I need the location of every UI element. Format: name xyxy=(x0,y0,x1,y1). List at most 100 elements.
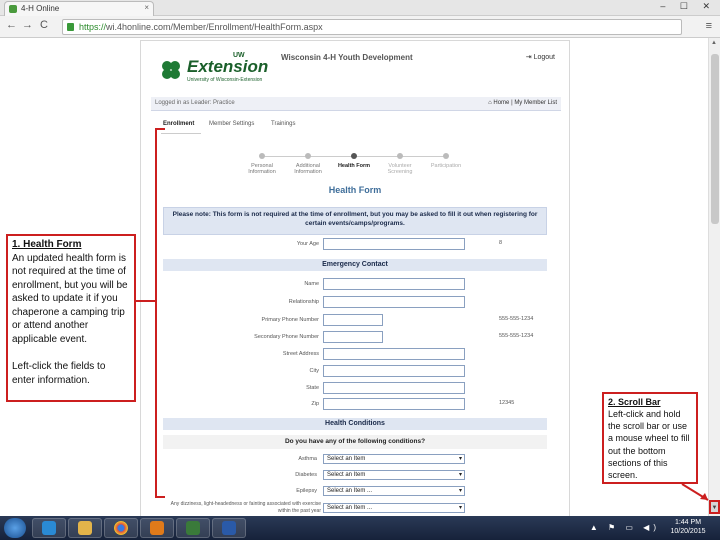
user-bar: Logged in as Leader: Practice ⌂ Home | M… xyxy=(151,97,561,111)
secondary-phone-field[interactable] xyxy=(323,331,383,343)
taskbar-explorer[interactable] xyxy=(68,518,102,538)
reload-button[interactable]: C xyxy=(40,19,48,31)
primary-phone-field[interactable] xyxy=(323,314,383,326)
scroll-callout-arrow xyxy=(681,483,709,501)
my-member-list-link[interactable]: My Member List xyxy=(514,100,557,106)
logo-subtitle: University of Wisconsin-Extension xyxy=(187,77,263,83)
tab-divider xyxy=(161,133,201,134)
name-label: Name xyxy=(304,281,319,287)
windows-taskbar: ▲ ⚑ ▭ ◀) 1:44 PM 10/20/2015 xyxy=(0,516,720,540)
step-label: Volunteer Screening xyxy=(387,163,413,175)
4h-favicon-icon xyxy=(9,5,17,13)
dizziness-question: Any dizziness, light-headedness or faint… xyxy=(170,501,321,514)
callout-1-body: An updated health form is not required a… xyxy=(12,252,128,345)
city-label: City xyxy=(309,368,319,374)
tab-enrollment[interactable]: Enrollment xyxy=(163,121,194,127)
state-field[interactable] xyxy=(323,382,465,394)
taskbar-word[interactable] xyxy=(212,518,246,538)
asthma-select[interactable]: Select an Item xyxy=(323,454,465,464)
health-form-bracket xyxy=(155,128,165,498)
callout-2-title: 2. Scroll Bar xyxy=(608,397,661,407)
tab-trainings[interactable]: Trainings xyxy=(271,121,295,127)
tab-title: 4-H Online xyxy=(21,4,60,13)
step-volunteer-screening[interactable]: Volunteer Screening xyxy=(377,153,423,175)
conditions-question: Do you have any of the following conditi… xyxy=(163,435,547,449)
diabetes-label: Diabetes xyxy=(295,472,317,478)
your-age-label: Your Age xyxy=(296,241,319,247)
url-field[interactable]: https://wi.4honline.com/Member/Enrollmen… xyxy=(62,19,682,35)
your-age-field[interactable] xyxy=(323,238,465,250)
scroll-up-arrow-icon[interactable]: ▲ xyxy=(711,40,717,46)
emergency-contact-header: Emergency Contact xyxy=(163,259,547,271)
state-label: State xyxy=(306,385,319,391)
home-link[interactable]: Home xyxy=(493,100,509,106)
taskbar-chrome[interactable] xyxy=(104,518,138,538)
tab-member-settings[interactable]: Member Settings xyxy=(209,121,254,127)
forward-button[interactable]: → xyxy=(22,19,33,31)
app-icon xyxy=(186,521,200,535)
relationship-field[interactable] xyxy=(323,296,465,308)
taskbar-clock[interactable]: 1:44 PM 10/20/2015 xyxy=(668,518,708,537)
street-address-field[interactable] xyxy=(323,348,465,360)
step-additional-information[interactable]: Additional Information xyxy=(285,153,331,175)
street-address-label: Street Address xyxy=(282,351,319,357)
start-button[interactable] xyxy=(4,518,26,538)
step-dot xyxy=(259,153,265,159)
bracket-pointer xyxy=(135,300,157,302)
primary-phone-label: Primary Phone Number xyxy=(261,317,319,323)
step-health-form[interactable]: Health Form xyxy=(331,153,377,169)
city-field[interactable] xyxy=(323,365,465,377)
epilepsy-label: Epilepsy xyxy=(296,488,317,494)
step-participation[interactable]: Participation xyxy=(423,153,469,169)
step-dot xyxy=(305,153,311,159)
zip-value: 12345 xyxy=(499,400,515,406)
tray-icons[interactable]: ▲ ⚑ ▭ ◀) xyxy=(590,523,660,532)
window-controls[interactable]: – ☐ ✕ xyxy=(660,1,716,12)
logo-extension: Extension xyxy=(187,57,269,76)
4h-clover-icon xyxy=(162,61,180,79)
browser-menu-icon[interactable]: ≡ xyxy=(706,20,712,32)
dizziness-select[interactable]: Select an Item ... xyxy=(323,503,465,513)
clock-time: 1:44 PM xyxy=(674,519,702,526)
step-label: Participation xyxy=(430,163,462,169)
epilepsy-select[interactable]: Select an Item ... xyxy=(323,486,465,496)
clock-date: 10/20/2015 xyxy=(670,528,706,536)
tab-close-icon[interactable]: × xyxy=(144,3,149,12)
step-personal-information[interactable]: Personal Information xyxy=(239,153,285,175)
health-conditions-header: Health Conditions xyxy=(163,418,547,430)
step-label: Health Form xyxy=(337,163,371,169)
lock-icon xyxy=(67,23,74,31)
ie-icon xyxy=(42,521,56,535)
secondary-phone-value: 555-555-1234 xyxy=(499,333,534,339)
step-label: Additional Information xyxy=(294,163,322,175)
logged-in-text: Logged in as Leader: Practice xyxy=(155,100,235,106)
primary-phone-value: 555-555-1234 xyxy=(499,316,534,322)
health-form-callout: 1. Health Form An updated health form is… xyxy=(6,234,136,402)
logout-link[interactable]: ⇥ Logout xyxy=(526,53,555,61)
outlook-icon xyxy=(150,521,164,535)
url-scheme: https:// xyxy=(79,22,107,32)
site-header: UW Extension University of Wisconsin-Ext… xyxy=(141,41,569,93)
browser-tab[interactable]: 4-H Online × xyxy=(4,1,154,16)
taskbar-outlook[interactable] xyxy=(140,518,174,538)
zip-field[interactable] xyxy=(323,398,465,410)
scroll-bar-callout: 2. Scroll Bar Left-click and hold the sc… xyxy=(602,392,698,484)
callout-1-title: 1. Health Form xyxy=(12,239,82,250)
chrome-icon xyxy=(114,521,128,535)
page-scrollbar[interactable]: ▲ ▼ xyxy=(708,38,720,516)
diabetes-select[interactable]: Select an Item xyxy=(323,470,465,480)
folder-icon xyxy=(78,521,92,535)
name-field[interactable] xyxy=(323,278,465,290)
taskbar-app[interactable] xyxy=(176,518,210,538)
notice-banner: Please note: This form is not required a… xyxy=(163,207,547,235)
secondary-phone-label: Secondary Phone Number xyxy=(254,334,319,340)
url-path: wi.4honline.com/Member/Enrollment/Health… xyxy=(106,22,323,32)
word-icon xyxy=(222,521,236,535)
relationship-label: Relationship xyxy=(288,299,319,305)
step-label: Personal Information xyxy=(248,163,276,175)
back-button[interactable]: ← xyxy=(6,19,17,31)
page-title: Health Form xyxy=(328,185,382,195)
taskbar-ie[interactable] xyxy=(32,518,66,538)
asthma-label: Asthma xyxy=(298,456,317,462)
scroll-thumb[interactable] xyxy=(711,54,719,224)
